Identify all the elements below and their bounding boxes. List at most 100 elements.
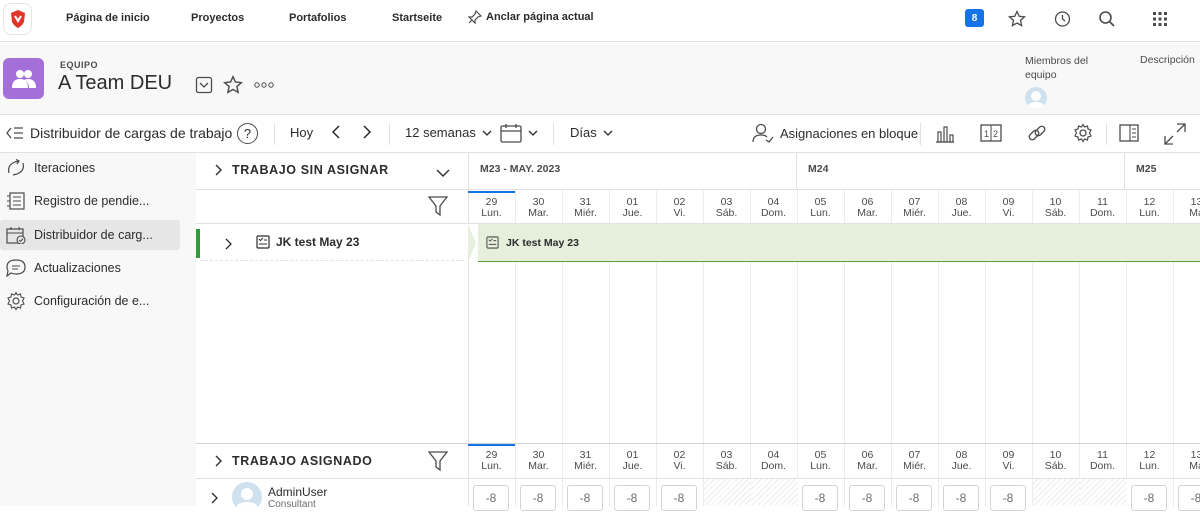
description-label: Descripción — [1140, 54, 1195, 66]
bulk-assignments-button[interactable]: Asignaciones en bloque — [752, 123, 918, 143]
favorites-star-icon[interactable] — [1007, 9, 1027, 29]
sidebar-item-team-settings[interactable]: Configuración de e... — [0, 286, 180, 316]
hours-cell[interactable]: -8 — [1131, 485, 1167, 511]
pin-page-button[interactable]: Anclar página actual — [468, 10, 594, 24]
notification-badge[interactable]: 8 — [965, 9, 984, 27]
day-header: 11 Dom. — [1079, 191, 1126, 219]
unassigned-work-header[interactable]: TRABAJO SIN ASIGNAR — [214, 163, 389, 177]
hours-cell[interactable]: -8 — [661, 485, 697, 511]
unassigned-work-title: TRABAJO SIN ASIGNAR — [232, 163, 389, 177]
day-header: 29 Lun. — [468, 444, 515, 472]
day-of-week: Mar. — [528, 460, 549, 472]
svg-text:2: 2 — [993, 129, 998, 139]
search-icon[interactable] — [1097, 9, 1117, 29]
panel-toggle-button[interactable] — [1119, 123, 1139, 143]
day-header: 01 Jue. — [609, 444, 656, 472]
hours-cell[interactable]: -8 — [802, 485, 838, 511]
member-avatar[interactable] — [1025, 87, 1047, 109]
hours-cell[interactable]: -8 — [1178, 485, 1200, 511]
task-bar[interactable]: JK test May 23 — [468, 224, 1200, 262]
divider — [196, 189, 468, 190]
hours-cell[interactable]: -8 — [896, 485, 932, 511]
recents-clock-icon[interactable] — [1052, 9, 1072, 29]
task-bar-start-notch — [468, 224, 478, 262]
today-label: Hoy — [290, 125, 314, 140]
link-button[interactable] — [1027, 123, 1047, 143]
logo-icon — [10, 10, 25, 28]
hours-cell[interactable]: -8 — [943, 485, 979, 511]
link-icon — [1028, 125, 1046, 141]
more-options-icon[interactable] — [253, 81, 275, 89]
sidebar-item-backlog[interactable]: Registro de pendie... — [0, 186, 180, 216]
days-dropdown[interactable]: Días — [570, 125, 613, 140]
iterations-icon — [8, 159, 24, 176]
task-row-marker — [196, 229, 200, 258]
hours-cell[interactable]: -8 — [473, 485, 509, 511]
day-of-week: Ma — [1189, 460, 1200, 472]
day-header: 06 Mar. — [844, 191, 891, 219]
team-members-label: Miembros del equipo — [1025, 55, 1089, 81]
task-row[interactable]: JK test May 23 — [256, 235, 359, 249]
day-of-week: Miér. — [574, 207, 597, 219]
task-icon — [486, 236, 499, 249]
day-header: 13Ma — [1173, 444, 1200, 472]
expand-task-button[interactable] — [224, 237, 232, 255]
fullscreen-button[interactable] — [1164, 123, 1186, 145]
day-of-week: Lun. — [810, 207, 831, 219]
sidebar-item-updates[interactable]: Actualizaciones — [0, 253, 180, 283]
expand-icon — [1164, 123, 1186, 145]
gear-icon — [7, 291, 25, 311]
app-grid-icon[interactable] — [1150, 9, 1170, 29]
sidebar-item-workload[interactable]: Distribuidor de carg... — [0, 220, 180, 250]
day-header: 02 Vi. — [656, 191, 703, 219]
day-header: 01 Jue. — [609, 191, 656, 219]
nav-link-startseite[interactable]: Startseite — [392, 12, 442, 24]
filter-button[interactable] — [427, 195, 449, 222]
chevron-left-icon — [331, 125, 340, 139]
day-of-week: Mar. — [857, 207, 878, 219]
chevron-down-icon — [603, 130, 613, 136]
next-button[interactable] — [362, 125, 372, 139]
assigned-work-header[interactable]: TRABAJO ASIGNADO — [214, 454, 372, 468]
user-name[interactable]: AdminUser — [268, 485, 327, 499]
expand-user-button[interactable] — [210, 491, 218, 509]
nav-link-home[interactable]: Página de inicio — [66, 12, 150, 24]
day-header: 13Ma — [1173, 191, 1200, 219]
object-type-label: EQUIPO — [60, 60, 99, 70]
sidebar-item-label: Actualizaciones — [34, 261, 121, 275]
filter-button[interactable] — [427, 450, 449, 477]
chart-view-button[interactable] — [935, 123, 955, 143]
app-logo[interactable] — [3, 3, 32, 35]
collapse-panel-icon[interactable] — [6, 125, 24, 141]
split-view-button[interactable]: 12 — [980, 123, 1002, 143]
team-status-icon[interactable] — [195, 76, 213, 94]
nav-link-portfolios[interactable]: Portafolios — [289, 12, 346, 24]
hours-cell[interactable]: -8 — [614, 485, 650, 511]
left-sidebar: Iteraciones Registro de pendie... Distri… — [0, 153, 196, 506]
calendar-icon — [500, 124, 522, 143]
chevron-down-icon — [482, 130, 492, 136]
day-of-week: Miér. — [903, 460, 926, 472]
user-role: Consultant — [268, 499, 316, 510]
hours-cell[interactable]: -8 — [849, 485, 885, 511]
favorite-star-icon[interactable] — [223, 75, 243, 95]
settings-button[interactable] — [1073, 123, 1093, 143]
top-navigation: Página de inicio Proyectos Portafolios S… — [0, 0, 1200, 42]
gear-icon — [1074, 123, 1092, 143]
date-picker-button[interactable] — [500, 123, 538, 143]
comment-icon — [6, 259, 26, 277]
today-button[interactable]: Hoy — [290, 125, 313, 140]
hours-cell[interactable]: -8 — [990, 485, 1026, 511]
help-button[interactable]: ? — [237, 123, 258, 144]
day-of-week: Sáb. — [1044, 460, 1067, 472]
nav-link-projects[interactable]: Proyectos — [191, 12, 244, 24]
collapse-section-button[interactable] — [436, 165, 450, 183]
weeks-dropdown[interactable]: 12 semanas — [405, 125, 492, 140]
previous-button[interactable] — [331, 125, 341, 139]
page-title-group: Distribuidor de cargas de trabajo — [6, 125, 232, 141]
hours-cell[interactable]: -8 — [567, 485, 603, 511]
day-header: 05 Lun. — [797, 444, 844, 472]
hours-cell[interactable]: -8 — [520, 485, 556, 511]
sidebar-item-iterations[interactable]: Iteraciones — [0, 153, 180, 183]
day-header: 12 Lun. — [1126, 444, 1173, 472]
